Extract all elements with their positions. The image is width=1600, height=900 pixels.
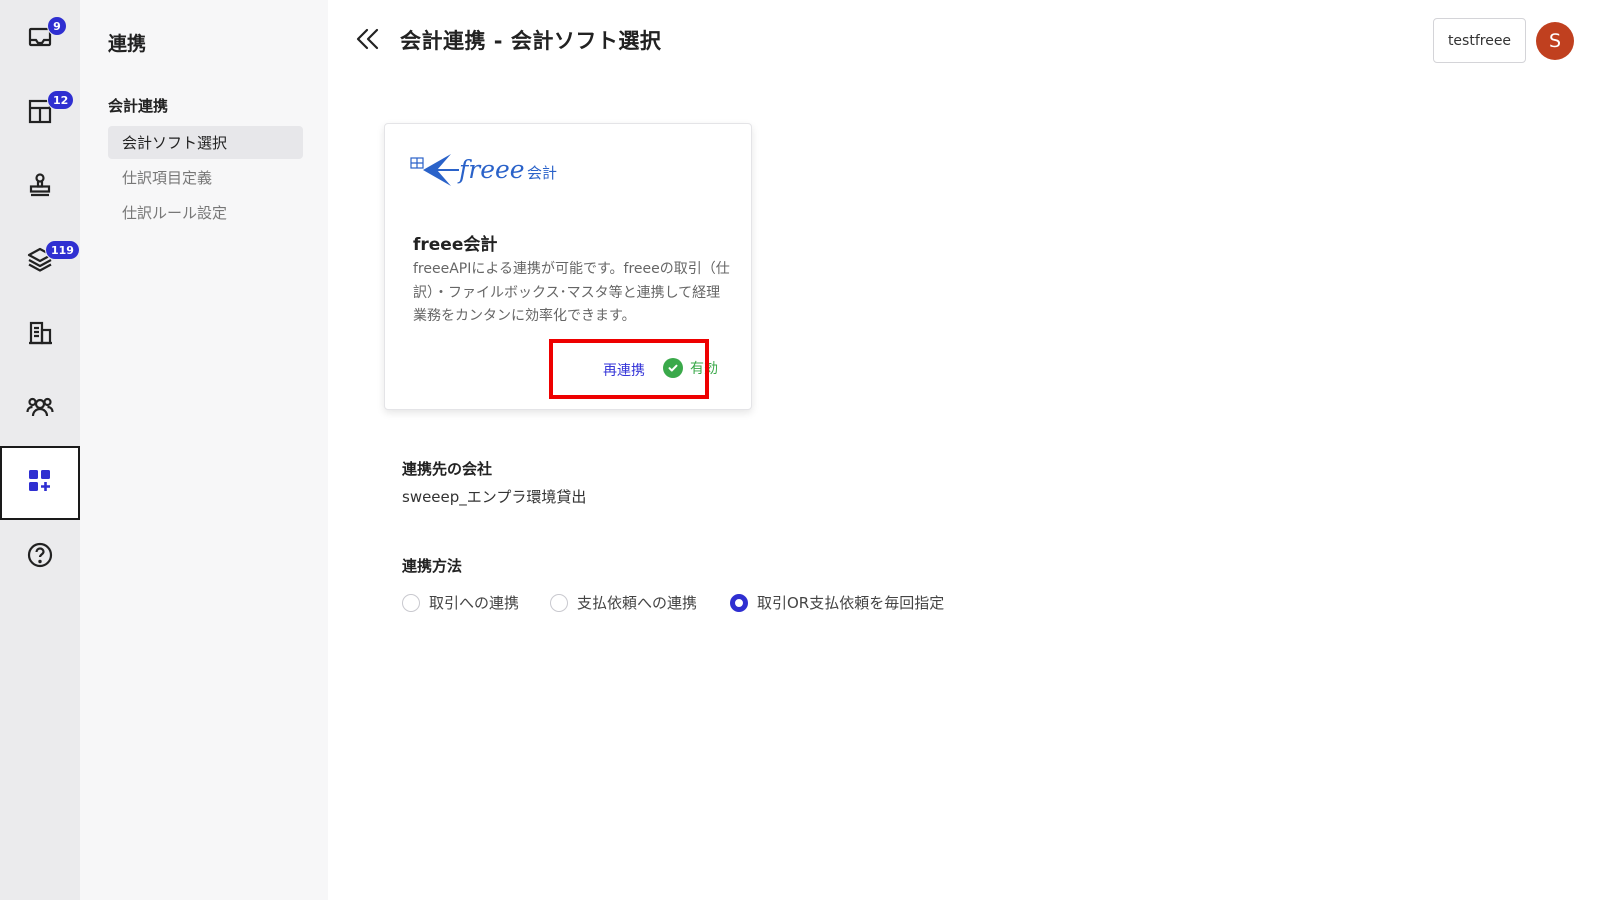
help-icon (25, 540, 55, 574)
section-title: 連携 (108, 33, 147, 55)
logo-wordmark: freee (457, 155, 525, 184)
workspace-switcher-button[interactable]: testfreee (1433, 18, 1526, 63)
nav-item-journal-rule-settings[interactable]: 仕訳ルール設定 (108, 196, 303, 229)
building-icon (25, 318, 55, 352)
radio-button[interactable] (402, 593, 420, 612)
stamp-icon (25, 170, 55, 204)
card-description: freeeAPIによる連携が可能です。freeeの取引（仕訳）・ファイルボックス… (413, 261, 730, 324)
radio-option-payment-requests[interactable]: 支払依頼への連携 (550, 592, 697, 613)
radio-label: 取引OR支払依頼を毎回指定 (757, 594, 945, 612)
radio-option-specify-each-time[interactable]: 取引OR支払依頼を毎回指定 (730, 592, 944, 613)
linked-company-value: sweeep_エンプラ環境貸出 (402, 488, 587, 506)
rail-item-integrations[interactable] (0, 446, 80, 520)
radio-button[interactable] (550, 593, 568, 612)
apps-add-icon (25, 466, 55, 500)
linked-company-label: 連携先の会社 (402, 460, 493, 478)
card-title: freee会計 (413, 235, 498, 255)
double-chevron-left-icon (355, 26, 381, 56)
nav-item-journal-field-definition[interactable]: 仕訳項目定義 (108, 161, 303, 194)
layers-badge: 119 (45, 240, 80, 260)
section-sidebar: 連携 会計連携 会計ソフト選択 仕訳項目定義 仕訳ルール設定 (80, 0, 328, 900)
link-method-label: 連携方法 (402, 557, 463, 575)
radio-label: 支払依頼への連携 (577, 594, 698, 612)
user-avatar[interactable]: S (1536, 22, 1574, 60)
rail-item-team[interactable] (0, 372, 80, 446)
rail-item-layers[interactable] (0, 224, 80, 298)
radio-button-selected[interactable] (730, 593, 748, 612)
rail-item-approval[interactable] (0, 150, 80, 224)
annotation-highlight-box (549, 339, 709, 399)
icon-rail: 9 12 119 (0, 0, 80, 900)
freee-logo: freee 会計 (409, 148, 569, 190)
nav-item-software-selection[interactable]: 会計ソフト選択 (108, 126, 303, 159)
rail-item-help[interactable] (0, 520, 80, 594)
rail-item-company[interactable] (0, 298, 80, 372)
page-title: 会計連携 - 会計ソフト選択 (400, 29, 662, 53)
nav-group-accounting-link[interactable]: 会計連携 (108, 95, 168, 116)
document-grid-badge: 12 (47, 90, 75, 110)
team-icon (25, 392, 55, 426)
rail-item-inbox[interactable] (0, 2, 80, 76)
radio-option-transactions[interactable]: 取引への連携 (402, 592, 519, 613)
logo-suffix: 会計 (527, 164, 557, 182)
rail-item-document-grid[interactable] (0, 76, 80, 150)
inbox-badge: 9 (47, 16, 67, 36)
collapse-sidebar-button[interactable] (354, 27, 382, 55)
radio-label: 取引への連携 (429, 594, 520, 612)
